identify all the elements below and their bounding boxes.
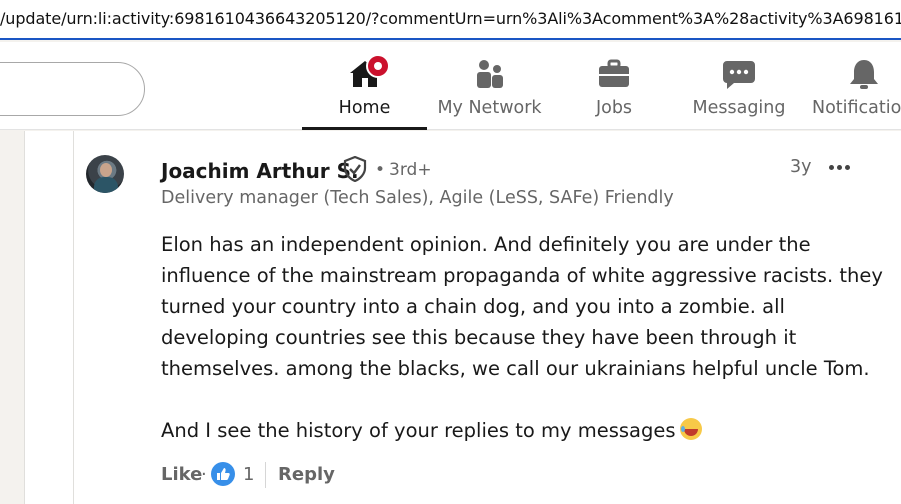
comment-text: Elon has an independent opinion. And def… <box>161 229 883 446</box>
comment-line: And I see the history of your replies to… <box>161 415 881 446</box>
separator-dot: · <box>201 464 207 485</box>
reaction-count[interactable]: 1 <box>243 464 254 485</box>
verified-shield-icon <box>343 156 367 182</box>
like-reaction-icon[interactable] <box>211 462 235 486</box>
url-text[interactable]: /update/urn:li:activity:6981610436643205… <box>0 9 901 28</box>
more-dot <box>845 165 850 170</box>
avatar[interactable] <box>86 155 124 193</box>
laughing-emoji-icon <box>679 418 702 440</box>
more-dot <box>829 165 834 170</box>
comment-line: Elon has an independent opinion. And def… <box>161 233 811 256</box>
nav-messaging[interactable]: Messaging <box>690 42 788 130</box>
like-button[interactable]: Like <box>161 464 202 485</box>
top-navigation: Home My Network Jobs Messaging Notificat… <box>0 42 901 130</box>
reply-button[interactable]: Reply <box>278 464 335 485</box>
connection-degree: • 3rd+ <box>375 160 432 180</box>
comment-line: turned your country into a chain dog, an… <box>161 295 785 318</box>
divider <box>265 462 266 488</box>
author-headline: Delivery manager (Tech Sales), Agile (Le… <box>161 188 674 208</box>
comment-line: themselves. among the blacks, we call ou… <box>161 357 870 380</box>
more-dot <box>837 165 842 170</box>
nav-jobs-label: Jobs <box>595 98 633 118</box>
network-icon <box>476 60 503 88</box>
more-options-button[interactable] <box>829 157 853 177</box>
notification-badge <box>366 54 390 78</box>
comment-line: influence of the mainstream propaganda o… <box>161 264 883 287</box>
nav-my-network-label: My Network <box>437 98 542 118</box>
nav-notifications[interactable]: Notifications <box>810 42 901 130</box>
comment-author-name[interactable]: Joachim Arthur S. <box>161 159 359 183</box>
nav-jobs[interactable]: Jobs <box>574 42 654 130</box>
nav-messaging-label: Messaging <box>692 98 786 118</box>
comment-timestamp: 3y <box>790 157 812 177</box>
nav-home[interactable]: Home <box>302 42 427 130</box>
active-tab-indicator <box>302 127 427 130</box>
chat-icon <box>723 61 755 89</box>
briefcase-icon <box>599 59 629 87</box>
nav-my-network[interactable]: My Network <box>432 42 547 130</box>
nav-home-label: Home <box>338 98 391 118</box>
comment-line: developing countries see this because th… <box>161 326 797 349</box>
nav-notifications-label: Notifications <box>812 98 901 118</box>
bell-icon <box>850 60 878 89</box>
search-input[interactable] <box>0 62 145 116</box>
browser-url-bar[interactable]: /update/urn:li:activity:6981610436643205… <box>0 0 901 40</box>
